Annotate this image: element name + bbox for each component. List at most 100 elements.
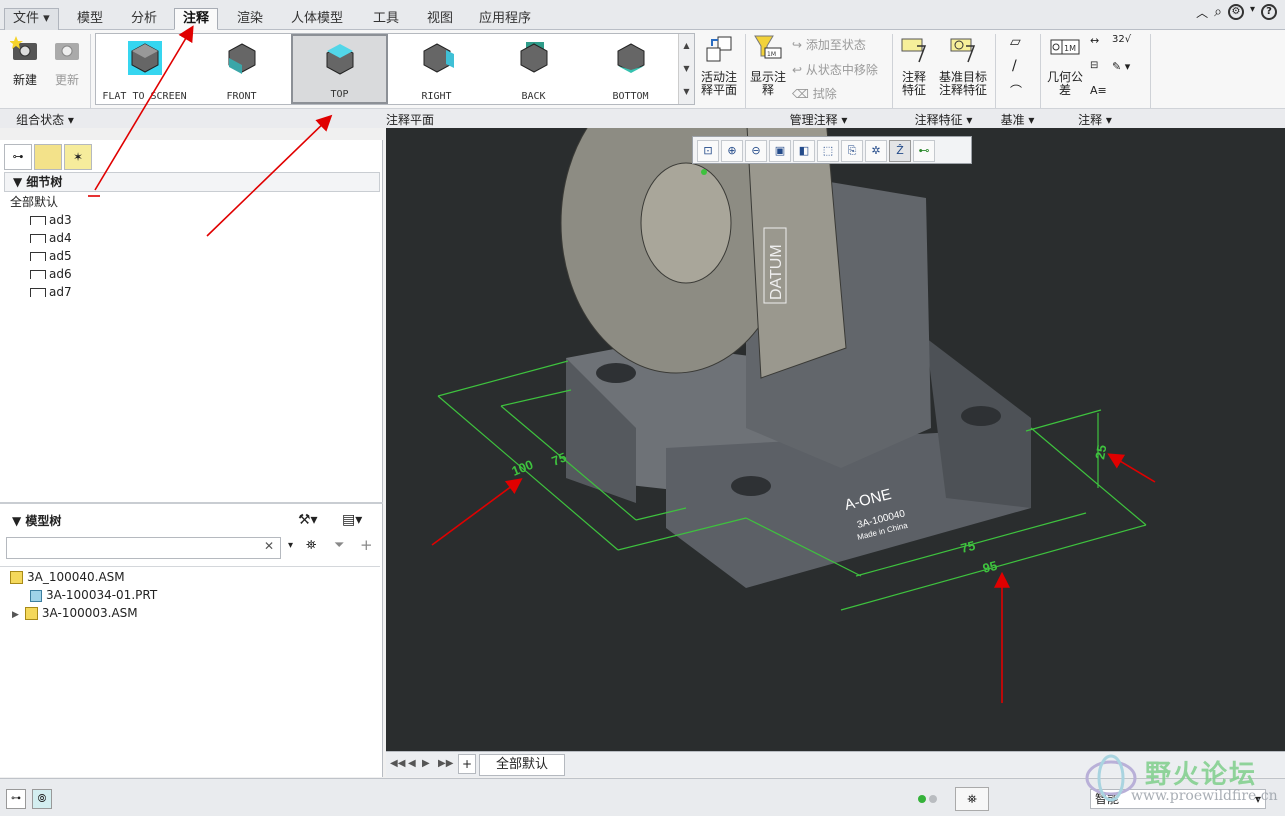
note-icon[interactable]: ✎ ▾ [1112,60,1130,73]
mounting-hole [961,406,1001,426]
tab-model[interactable]: 模型 [68,8,112,30]
tree-item-root-asm[interactable]: 3A_100040.ASM [10,568,125,586]
zoom-out-icon[interactable]: ⊖ [745,140,767,162]
show-annotations-button[interactable]: 1M 显示注释 [750,34,786,97]
gallery-expand-icon[interactable]: ▼ [679,80,694,103]
help-icon[interactable]: ? [1261,4,1277,20]
tab-tools[interactable]: 工具 [364,8,408,30]
model-tree-header[interactable]: ▼ 模型树 [4,512,380,532]
gallery-item-bottom[interactable]: BOTTOM [582,34,679,104]
tab-annotate[interactable]: 注释 [174,8,219,30]
refit-icon[interactable]: ⊡ [697,140,719,162]
favorites-tab-icon[interactable]: ✶ [64,144,92,170]
active-annotation-plane-button[interactable]: 活动注释平面 [700,34,738,97]
show-annotation-icon: 1M [754,35,782,59]
tree-item-part[interactable]: 3A-100034-01.PRT [30,586,157,604]
filter-icon[interactable]: ⏷ [334,538,344,553]
group-combined-state[interactable]: 组合状态 ▾ [0,111,90,128]
dimension-value[interactable]: 25 [1092,444,1109,461]
saved-orientations-icon[interactable]: ⬚ [817,140,839,162]
navigator-toggle-icon[interactable]: ⊶ [6,789,26,809]
annotation-feature-button[interactable]: 注释特征 [898,34,930,97]
selection-filter[interactable]: 智能 ▾ [1090,789,1266,809]
add-tab-icon[interactable]: + [458,754,476,774]
surface-finish-button[interactable]: 32√ [1112,34,1131,45]
tree-item-subasm[interactable]: ▶ 3A-100003.ASM [12,604,138,622]
group-manage-annotations[interactable]: 管理注释 ▾ [745,111,892,128]
view-manager-icon[interactable]: ⎘ [841,140,863,162]
new-state-button[interactable]: 新建 [9,34,40,88]
tree-tab-icon[interactable]: ⊶ [4,144,32,170]
find-icon[interactable]: ⛯ [955,787,989,811]
gallery-scroll[interactable]: ▲ ▼ ▼ [678,34,694,104]
gallery-item-front[interactable]: FRONT [193,34,290,104]
collapse-ribbon-icon[interactable]: ︿ [1196,4,1208,21]
search-icon[interactable]: ⌕ [1214,4,1222,21]
dimension-icon[interactable]: ↔ [1090,34,1099,47]
geometric-tolerance-button[interactable]: 1M 几何公差 [1046,34,1084,97]
group-annotation-feature[interactable]: 注释特征 ▾ [892,111,995,128]
graphics-viewport[interactable]: DATUM A-ONE 3A-100040 Made in China 100 … [386,128,1285,751]
tab-render[interactable]: 渲染 [228,8,272,30]
clear-search-icon[interactable]: ✕ [264,539,274,553]
display-style-icon[interactable]: ◧ [793,140,815,162]
gallery-item-back[interactable]: BACK [485,34,582,104]
tree-item[interactable]: ad6 [30,265,72,283]
add-to-state-button[interactable]: ↪ 添加至状态 [792,36,866,53]
tree-item[interactable]: ad7 [30,283,72,301]
datum-plane-icon[interactable]: ▱ [1010,34,1021,50]
gallery-item-right[interactable]: RIGHT [388,34,485,104]
erase-button[interactable]: ⌫ 拭除 [792,85,837,102]
file-menu[interactable]: 文件 ▾ [4,8,59,30]
binoculars-icon[interactable]: ⛯ [306,538,316,553]
add-icon[interactable]: + [360,536,373,554]
spin-center-toggle-icon[interactable]: ⊷ [913,140,935,162]
view-tab-default[interactable]: 全部默认 [479,754,565,776]
datum-axis-icon[interactable]: / [1012,58,1017,74]
gallery-item-flat-to-screen[interactable]: FLAT TO SCREEN [96,34,193,104]
scroll-up-icon[interactable]: ▲ [679,34,694,57]
ordinate-dimension-icon[interactable]: ⊟ [1090,60,1098,71]
repaint-icon[interactable]: ▣ [769,140,791,162]
annotation-display-icon[interactable]: Ẑ [889,140,911,162]
tree-settings-icon[interactable]: ⚒▾ [298,512,318,528]
model-tree-search[interactable]: ✕ [6,537,281,559]
tab-view[interactable]: 视图 [418,8,462,30]
group-datum[interactable]: 基准 ▾ [995,111,1040,128]
last-tab-icon[interactable]: ▶▶ [438,758,453,769]
detail-tree-header[interactable]: ▼ 细节树 [4,172,380,192]
next-tab-icon[interactable]: ▶ [422,758,430,769]
tree-item[interactable]: ad4 [30,229,72,247]
datum-curve-icon[interactable]: ⌒ [1010,82,1022,99]
status-dot-icon [929,795,937,803]
tab-manikin[interactable]: 人体模型 [282,8,352,30]
tree-item[interactable]: ad5 [30,247,72,265]
expand-arrow-icon[interactable]: ▶ [12,610,19,620]
folder-tab-icon[interactable] [34,144,62,170]
datum-target-annotation-button[interactable]: 基准目标注释特征 [937,34,989,97]
chevron-down-icon[interactable]: ▾ [1250,4,1255,21]
dimension-value[interactable]: 95 [981,558,999,576]
update-state-button[interactable]: 更新 [52,34,82,88]
settings-icon[interactable]: ⚙ [1227,4,1244,20]
detail-tree-root[interactable]: 全部默认 [10,193,58,211]
tab-applications[interactable]: 应用程序 [470,8,540,30]
scroll-down-icon[interactable]: ▼ [679,57,694,80]
panel-splitter[interactable] [0,502,383,504]
text-style-icon[interactable]: A≡ [1090,84,1107,97]
first-tab-icon[interactable]: ◀◀ [390,758,405,769]
zoom-in-icon[interactable]: ⊕ [721,140,743,162]
remove-from-state-button[interactable]: ↩ 从状态中移除 [792,61,878,78]
group-annotations[interactable]: 注释 ▾ [1040,111,1150,128]
dimension-value[interactable]: 75 [959,538,977,556]
browser-toggle-icon[interactable]: ⦾ [32,789,52,809]
prev-tab-icon[interactable]: ◀ [408,758,416,769]
tab-analysis[interactable]: 分析 [122,8,166,30]
datum-display-icon[interactable]: ✲ [865,140,887,162]
tree-show-icon[interactable]: ▤▾ [342,512,362,528]
dimension-value[interactable]: 75 [550,449,569,468]
gallery-item-top[interactable]: TOP [291,34,388,104]
tree-item[interactable]: ad3 [30,211,72,229]
search-dropdown-icon[interactable]: ▾ [288,540,293,551]
model-tree-search-input[interactable] [7,538,257,558]
